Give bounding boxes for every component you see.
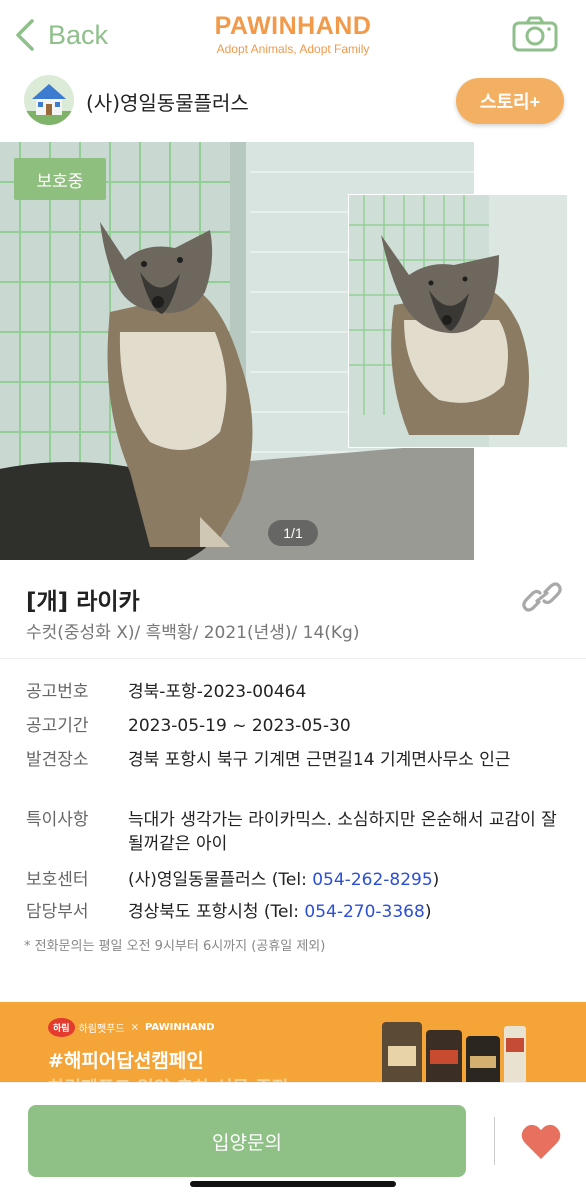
shelter-name[interactable]: (사)영일동물플러스 [86, 87, 249, 116]
link-icon[interactable] [522, 578, 562, 616]
detail-label: 공고기간 [26, 716, 89, 736]
animal-name: [개] 라이카 [26, 589, 140, 615]
banner-title: #해피어답션캠페인 [48, 1050, 204, 1072]
haring-sub-label: 하림펫푸드 [78, 1024, 125, 1035]
cross-mark: × [130, 1022, 139, 1033]
banner-subtitle: 하림펫푸드 입양 축하 선물 증정 [48, 1074, 288, 1082]
department-name: 경상북도 포항시청 (Tel: [128, 902, 305, 922]
brand-logo: PAWINHAND Adopt Animals, Adopt Family [200, 12, 386, 56]
detail-label: 발견장소 [26, 750, 89, 770]
department-value: 경상북도 포항시청 (Tel: 054-270-3368) [128, 900, 558, 924]
animal-meta: 수컷(중성화 X)/ 흑백황/ 2021(년생)/ 14(Kg) [26, 623, 360, 643]
dog-thumbnail-image [349, 195, 567, 447]
special-notes-value: 늑대가 생각가는 라이카믹스. 소심하지만 온순해서 교감이 잘 될꺼같은 아이 [128, 810, 557, 854]
shelter-center-value: (사)영일동물플러스 (Tel: 054-262-8295) [128, 868, 558, 892]
banner-logos: 하림 하림펫푸드 × PAWINHAND [48, 1018, 215, 1037]
chevron-left-icon [16, 19, 34, 51]
shelter-row: (사)영일동물플러스 스토리+ [0, 70, 586, 132]
period-value: 2023-05-19 ~ 2023-05-30 [128, 716, 351, 736]
haring-logo: 하림 [48, 1018, 75, 1037]
shelter-phone-link[interactable]: 054-262-8295 [312, 870, 432, 890]
detail-label: 보호센터 [26, 870, 89, 890]
notice-number-value: 경북-포항-2023-00464 [128, 682, 307, 702]
animal-thumbnail[interactable] [348, 194, 568, 448]
found-place-value: 경북 포항시 북구 기계면 근면길14 기계면사무소 인근 [128, 750, 511, 770]
pawinhand-logo: PAWINHAND [144, 1022, 215, 1033]
brand-title: PAWINHAND [214, 12, 372, 40]
adopt-inquiry-button[interactable]: 입양문의 [28, 1105, 466, 1177]
paren-close: ) [424, 902, 432, 922]
paren-close: ) [432, 870, 440, 890]
photo-page-indicator: 1/1 [268, 520, 318, 546]
phone-hours-note: * 전화문의는 평일 오전 9시부터 6시까지 (공휴일 제외) [24, 939, 326, 954]
shelter-center-name: (사)영일동물플러스 (Tel: [128, 870, 313, 890]
camera-icon[interactable] [512, 16, 558, 52]
detail-label: 특이사항 [26, 810, 89, 830]
top-header: Back PAWINHAND Adopt Animals, Adopt Fami… [0, 0, 586, 70]
back-label: Back [48, 19, 109, 50]
vertical-divider [494, 1117, 495, 1165]
divider [0, 658, 586, 659]
pet-food-products-image [382, 1022, 526, 1082]
brand-subtitle: Adopt Animals, Adopt Family [216, 42, 370, 56]
department-phone-link[interactable]: 054-270-3368 [304, 902, 424, 922]
bottom-action-bar: 입양문의 [0, 1082, 586, 1200]
heart-icon[interactable] [520, 1123, 562, 1161]
promo-banner[interactable]: 하림 하림펫푸드 × PAWINHAND #해피어답션캠페인 하림펫푸드 입양 … [0, 1002, 586, 1082]
status-badge: 보호중 [14, 158, 106, 200]
detail-label: 담당부서 [26, 902, 89, 922]
house-icon [24, 75, 74, 125]
home-indicator [190, 1181, 396, 1187]
story-button[interactable]: 스토리+ [456, 78, 564, 124]
back-button[interactable]: Back [12, 18, 108, 52]
shelter-avatar[interactable] [24, 75, 74, 125]
detail-label: 공고번호 [26, 682, 89, 702]
